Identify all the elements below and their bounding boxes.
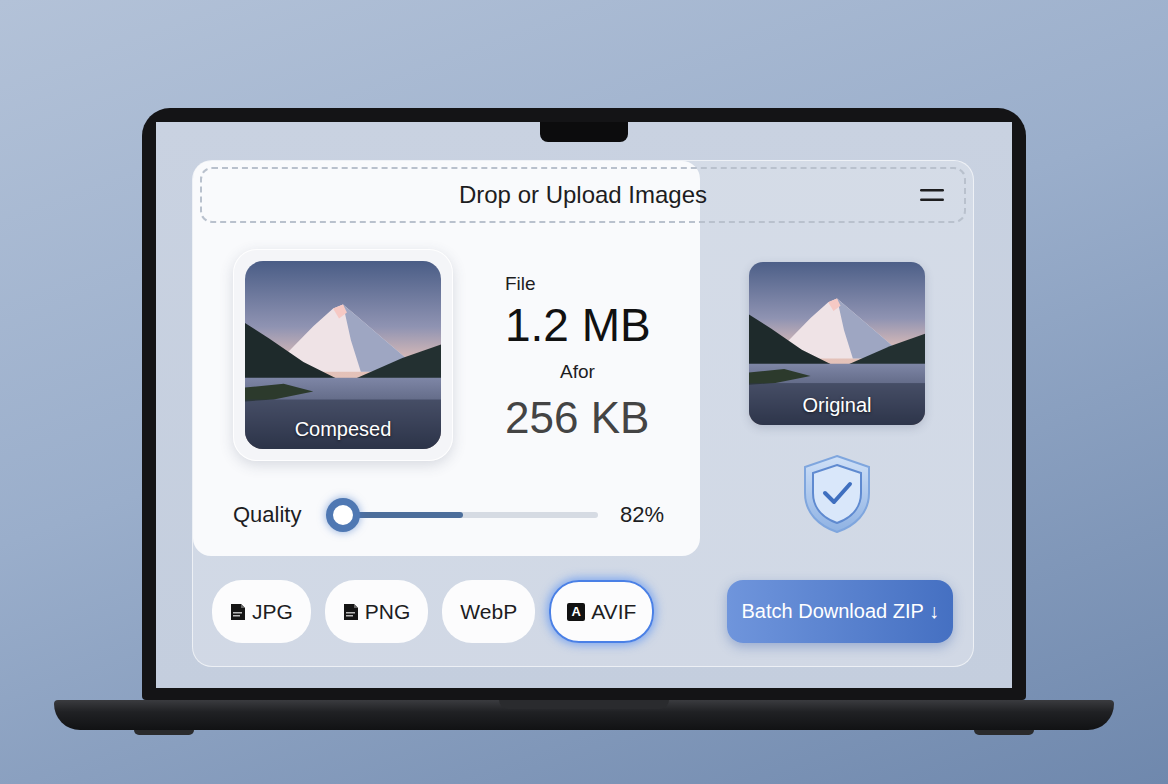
quality-slider[interactable] (343, 512, 598, 518)
laptop: Drop or Upload Images Compesed File 1.2 MB A… (0, 0, 1168, 735)
format-button[interactable]: PNG (325, 580, 429, 643)
laptop-bezel: Drop or Upload Images Compesed File 1.2 MB A… (142, 108, 1026, 700)
format-label[interactable]: AVIF (591, 600, 636, 624)
laptop-base (54, 700, 1114, 730)
format-icon-slot (343, 603, 359, 621)
download-label[interactable]: Batch Download ZIP ↓ (741, 600, 939, 623)
base-lip (499, 700, 669, 709)
format-label[interactable]: WebP (460, 600, 517, 624)
screen: Drop or Upload Images Compesed File 1.2 MB A… (156, 122, 1012, 688)
file-icon (230, 603, 246, 621)
preview-row: Compesed File 1.2 MB Afor 256 KB (233, 249, 700, 461)
format-options: JPG PNG WebP A AVIF (212, 580, 654, 643)
original-preview: Original (700, 225, 973, 556)
batch-download-button[interactable]: Batch Download ZIP ↓ (727, 580, 953, 643)
format-button[interactable]: A AVIF (549, 580, 654, 643)
after-label: Afor (505, 361, 675, 383)
foot (974, 730, 1034, 735)
shield-check-icon (799, 453, 875, 535)
format-label[interactable]: JPG (252, 600, 293, 624)
format-button[interactable]: WebP (442, 580, 535, 643)
action-bar: JPG PNG WebP A AVIF Batch Download ZIP ↓ (193, 556, 973, 666)
compressed-label: Compesed (245, 418, 441, 441)
compressed-size: 256 KB (505, 393, 675, 443)
drop-label[interactable]: Drop or Upload Images (459, 181, 707, 209)
quality-reading: 82% (620, 502, 664, 528)
compressed-preview: Compesed File 1.2 MB Afor 256 KB Quality82% (193, 225, 700, 556)
compressed-thumbnail: Compesed (233, 249, 453, 461)
foot (134, 730, 194, 735)
camera-notch (540, 122, 628, 142)
quality-row: Quality82% (233, 495, 700, 535)
menu-icon[interactable] (920, 188, 944, 202)
original-thumbnail: Original (749, 262, 925, 425)
format-label[interactable]: PNG (365, 600, 411, 624)
compressor-panel: Drop or Upload Images Compesed File 1.2 MB A… (192, 160, 974, 667)
slider-thumb[interactable] (326, 498, 360, 532)
format-icon-slot: A (567, 603, 585, 621)
original-size: 1.2 MB (505, 299, 675, 351)
quality-fill (343, 512, 463, 518)
file-info: File 1.2 MB Afor 256 KB (505, 249, 675, 461)
format-button[interactable]: JPG (212, 580, 311, 643)
format-icon-slot (230, 603, 246, 621)
drop-zone[interactable]: Drop or Upload Images (200, 167, 966, 223)
format-letter-icon: A (567, 603, 585, 621)
laptop-feet (134, 730, 1034, 735)
file-icon (343, 603, 359, 621)
original-image: Original (749, 262, 925, 425)
compressed-image: Compesed (245, 261, 441, 449)
original-label: Original (749, 394, 925, 417)
file-label: File (505, 273, 675, 295)
